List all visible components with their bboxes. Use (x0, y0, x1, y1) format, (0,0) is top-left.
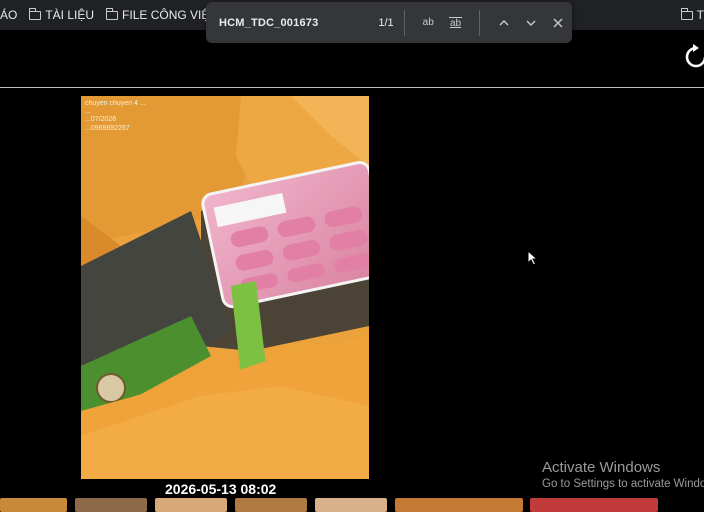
chevron-up-icon[interactable] (493, 12, 514, 34)
activate-windows-watermark: Activate Windows Go to Settings to activ… (542, 459, 704, 490)
match-case-label: ab (422, 17, 434, 28)
chevron-down-icon[interactable] (520, 12, 541, 34)
thumbnail[interactable] (75, 498, 147, 512)
thumbnail-strip (0, 498, 704, 512)
bookmark-item-ao[interactable]: ÁO (0, 8, 17, 22)
photo-overlay-text: chuyen chuyen 4 ... ... ...07/2026 ...09… (85, 100, 146, 132)
thumbnail[interactable] (315, 498, 387, 512)
thumbnail[interactable] (395, 498, 523, 512)
photo-timestamp: 2026-05-13 08:02 (165, 481, 277, 497)
whole-word-label: ab (448, 16, 463, 29)
bookmark-label: TÀI LIỆU (45, 8, 95, 22)
folder-icon (106, 7, 119, 20)
match-case-button[interactable]: ab (418, 12, 439, 34)
folder-icon (680, 7, 693, 20)
divider (0, 87, 704, 88)
mouse-cursor-icon (527, 249, 539, 271)
thumbnail[interactable] (530, 498, 658, 512)
find-input[interactable]: HCM_TDC_001673 (219, 17, 354, 29)
close-icon[interactable] (548, 12, 569, 34)
watermark-subtitle: Go to Settings to activate Windows. (542, 478, 704, 490)
photo-illustration (81, 96, 369, 479)
thumbnail[interactable] (155, 498, 227, 512)
bookmark-folder-tai-lieu[interactable]: TÀI LIỆU (29, 7, 95, 22)
find-match-count: 1/1 (378, 16, 394, 29)
product-photo: chuyen chuyen 4 ... ... ...07/2026 ...09… (81, 96, 369, 479)
divider (479, 9, 481, 36)
thumbnail[interactable] (235, 498, 307, 512)
watermark-title: Activate Windows (542, 459, 661, 476)
bookmark-label: ÁO (0, 8, 18, 22)
find-bar: HCM_TDC_001673 1/1 ab ab (206, 2, 572, 43)
whole-word-button[interactable]: ab (445, 12, 466, 34)
bookmark-folder-file-cong-viec[interactable]: FILE CÔNG VIỆC (106, 7, 219, 22)
divider (403, 9, 405, 36)
bookmark-folder-right[interactable]: T (680, 0, 704, 30)
bookmark-label: T (696, 8, 704, 22)
bookmark-label: FILE CÔNG VIỆC (122, 8, 219, 22)
reload-icon[interactable] (684, 44, 704, 70)
folder-icon (29, 7, 42, 20)
thumbnail[interactable] (0, 498, 67, 512)
